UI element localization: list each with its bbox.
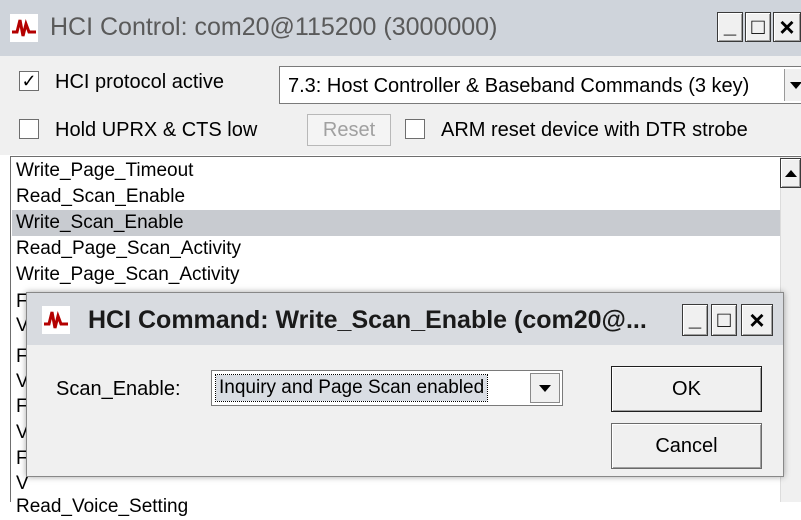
main-maximize-button[interactable]: □ xyxy=(745,12,771,42)
chevron-up-icon xyxy=(785,170,797,177)
list-item[interactable]: Write_Page_Scan_Activity xyxy=(16,262,240,288)
arm-reset-checkbox[interactable] xyxy=(405,119,425,139)
list-item-selected[interactable]: Write_Scan_Enable xyxy=(16,210,184,236)
dialog-minimize-button[interactable]: _ xyxy=(682,304,708,336)
command-group-dropdown-arrow[interactable] xyxy=(784,69,801,101)
main-window-title: HCI Control: com20@115200 (3000000) xyxy=(50,13,498,41)
protocol-active-checkbox[interactable]: ✓ xyxy=(19,71,39,91)
list-item[interactable]: Write_Page_Timeout xyxy=(16,158,193,184)
chevron-down-icon xyxy=(790,82,801,89)
protocol-active-label: HCI protocol active xyxy=(55,71,224,93)
command-group-value: 7.3: Host Controller & Baseband Commands… xyxy=(288,75,750,97)
scan-enable-select[interactable]: Inquiry and Page Scan enabled xyxy=(211,370,563,406)
main-minimize-button[interactable]: _ xyxy=(717,12,743,42)
list-item[interactable]: Read_Voice_Setting xyxy=(16,494,188,520)
dialog-close-button[interactable]: × xyxy=(741,304,773,336)
waveform-icon xyxy=(10,14,38,42)
list-item[interactable]: Read_Page_Scan_Activity xyxy=(16,236,241,262)
cancel-button[interactable]: Cancel xyxy=(611,423,762,469)
list-item[interactable]: Read_Scan_Enable xyxy=(16,184,185,210)
scan-enable-dropdown-arrow[interactable] xyxy=(530,373,560,403)
chevron-down-icon xyxy=(539,385,551,392)
dialog-maximize-button[interactable]: □ xyxy=(711,304,737,336)
scan-enable-label: Scan_Enable: xyxy=(56,378,181,400)
arm-reset-label: ARM reset device with DTR strobe xyxy=(441,119,748,141)
scroll-up-button[interactable] xyxy=(780,158,801,188)
waveform-icon xyxy=(42,306,70,334)
scan-enable-value: Inquiry and Page Scan enabled xyxy=(214,374,489,402)
hold-uprx-checkbox[interactable] xyxy=(19,119,39,139)
main-close-button[interactable]: × xyxy=(773,12,801,42)
reset-button[interactable]: Reset xyxy=(307,114,391,146)
dialog-title: HCI Command: Write_Scan_Enable (com20@..… xyxy=(88,306,647,334)
ok-button[interactable]: OK xyxy=(611,366,762,412)
command-group-select[interactable]: 7.3: Host Controller & Baseband Commands… xyxy=(279,66,801,104)
hold-uprx-label: Hold UPRX & CTS low xyxy=(55,119,258,141)
